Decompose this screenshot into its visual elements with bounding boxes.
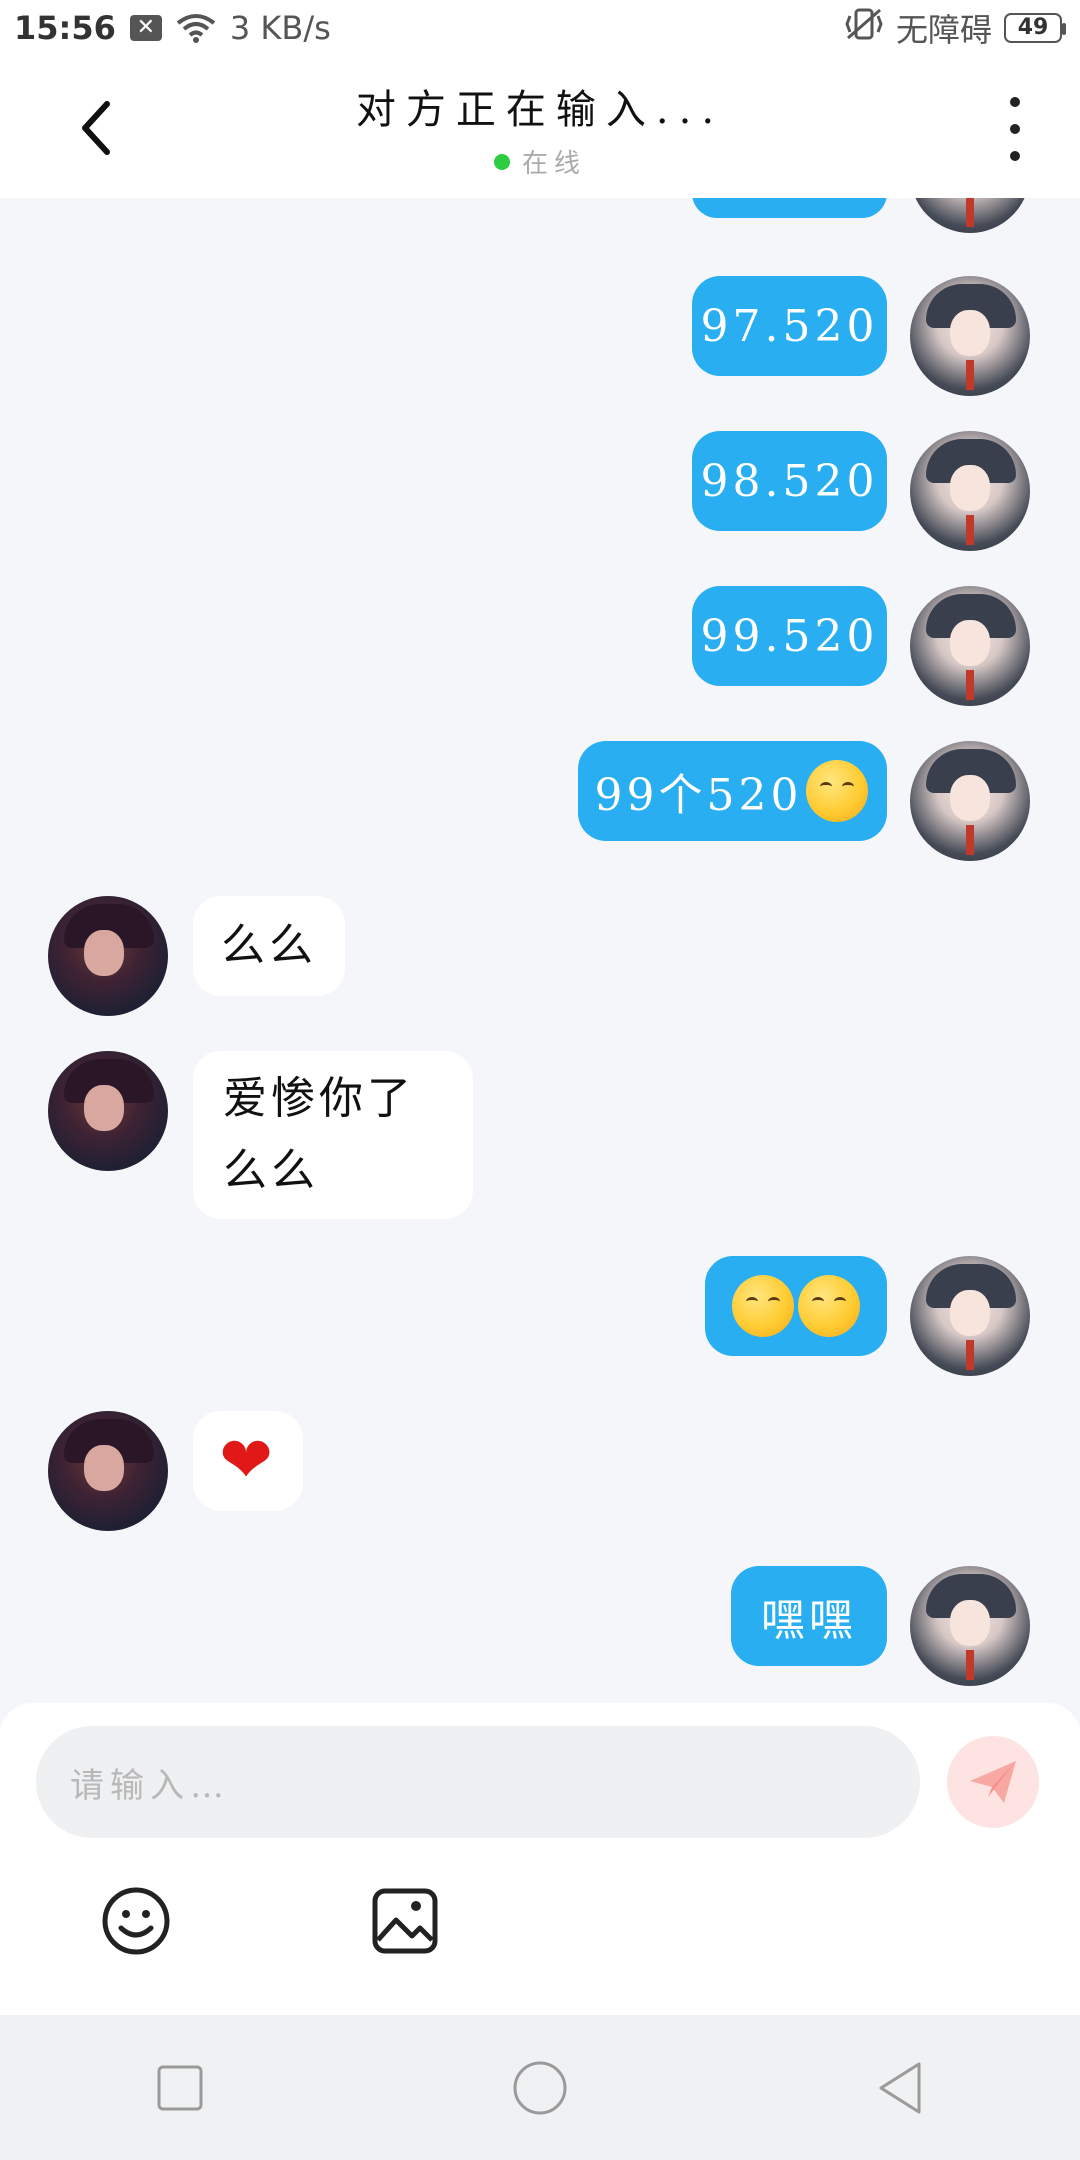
triangle-back-icon — [879, 2062, 921, 2113]
message-bubble[interactable]: 98.520 — [692, 431, 887, 531]
dot-icon — [1010, 151, 1020, 161]
online-dot-icon — [493, 153, 510, 170]
notification-icon: ✕ — [129, 14, 162, 41]
status-left: 15:56 ✕ 3 KB/s — [14, 9, 331, 47]
kissing-face-icon — [806, 760, 869, 822]
smiley-icon — [102, 1887, 170, 1955]
contact-avatar[interactable] — [48, 1051, 168, 1171]
square-icon — [157, 2065, 203, 2110]
vibrate-icon — [844, 7, 884, 49]
message-text: 99个520 — [594, 770, 803, 821]
message-bubble[interactable]: 嘿嘿 — [731, 1566, 887, 1666]
contact-avatar[interactable] — [48, 896, 168, 1016]
chat-messages[interactable]: 97.520 98.520 99.520 99个520 么么 爱惨你了 么么 ❤… — [0, 198, 1080, 1703]
chat-title: 对方正在输入... — [355, 87, 725, 133]
back-nav-button[interactable] — [860, 2048, 940, 2128]
message-input[interactable]: 请输入… — [36, 1726, 920, 1838]
message-text-line: 爱惨你了 — [223, 1073, 415, 1124]
send-button[interactable] — [947, 1736, 1039, 1828]
battery-icon: 49 — [1004, 12, 1066, 43]
status-bar: 15:56 ✕ 3 KB/s 无障碍 49 — [0, 0, 1080, 55]
message-bubble[interactable]: 99.520 — [692, 586, 887, 686]
message-bubble[interactable]: 么么 — [193, 896, 345, 996]
online-status: 在线 — [0, 143, 1080, 180]
my-avatar[interactable] — [910, 586, 1030, 706]
online-status-label: 在线 — [521, 149, 586, 179]
message-text: 么么 — [221, 920, 317, 971]
image-icon — [372, 1888, 438, 1954]
my-avatar[interactable] — [910, 276, 1030, 396]
contact-avatar[interactable] — [48, 1411, 168, 1531]
message-bubble[interactable]: 99个520 — [578, 741, 887, 841]
status-time: 15:56 — [14, 8, 116, 47]
more-options-button[interactable] — [1000, 97, 1030, 161]
recents-button[interactable] — [140, 2048, 220, 2128]
my-avatar[interactable] — [910, 741, 1030, 861]
chat-header: 对方正在输入... 在线 — [0, 55, 1080, 198]
my-avatar[interactable] — [910, 1566, 1030, 1686]
input-panel: 请输入… — [0, 1703, 1080, 2015]
paper-plane-icon — [970, 1761, 1016, 1803]
my-avatar[interactable] — [910, 1256, 1030, 1376]
my-avatar[interactable] — [910, 198, 1030, 233]
system-nav-bar — [0, 2015, 1080, 2160]
message-text-line: 么么 — [223, 1145, 319, 1196]
circle-icon — [513, 2061, 567, 2114]
emoji-button[interactable] — [98, 1883, 174, 1959]
my-avatar[interactable] — [910, 431, 1030, 551]
dot-icon — [1010, 124, 1020, 134]
accessibility-label: 无障碍 — [895, 10, 992, 49]
message-bubble-partial[interactable] — [692, 198, 887, 218]
dot-icon — [1010, 97, 1020, 107]
message-bubble[interactable]: ❤ — [193, 1411, 303, 1511]
message-bubble[interactable] — [705, 1256, 887, 1356]
network-speed: 3 KB/s — [229, 8, 331, 47]
wifi-icon — [176, 13, 216, 43]
message-text: 嘿嘿 — [761, 1595, 857, 1646]
image-button[interactable] — [367, 1883, 443, 1959]
smiling-face-icon — [732, 1275, 794, 1337]
status-right: 无障碍 49 — [844, 5, 1066, 51]
message-bubble[interactable]: 97.520 — [692, 276, 887, 376]
red-heart-icon: ❤ — [219, 1424, 277, 1498]
smiling-face-icon — [798, 1275, 860, 1337]
message-bubble[interactable]: 爱惨你了 么么 — [193, 1051, 473, 1219]
home-button[interactable] — [500, 2048, 580, 2128]
